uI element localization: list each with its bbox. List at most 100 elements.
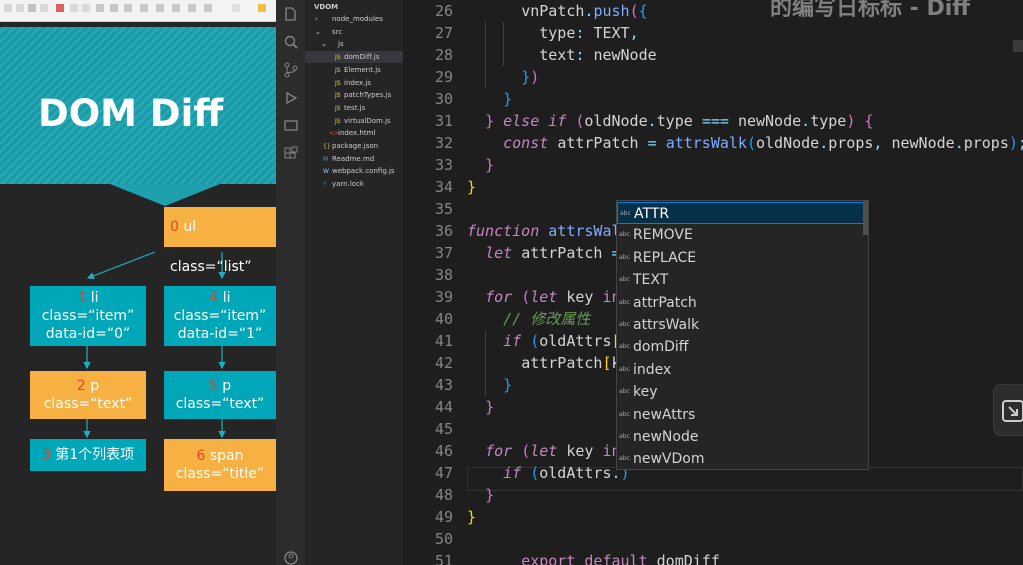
code-line-30: } xyxy=(503,90,513,108)
node-label: p xyxy=(217,378,232,394)
node-label: li xyxy=(86,290,99,306)
editor-scrollbar-thumb[interactable] xyxy=(1013,40,1023,52)
line-number: 43 xyxy=(434,376,453,394)
node-number: 3 xyxy=(41,447,51,463)
explorer-item[interactable]: Yyarn.lock xyxy=(305,178,403,190)
search-icon[interactable] xyxy=(282,34,299,51)
line-number: 34 xyxy=(434,178,453,196)
explorer-item[interactable]: {}package.json xyxy=(305,140,403,152)
line-number: 33 xyxy=(434,156,453,174)
suggest-item[interactable]: abc domDiff xyxy=(617,336,868,358)
suggest-item[interactable]: abc TEXT xyxy=(617,269,868,291)
floating-expand-button[interactable] xyxy=(993,384,1023,436)
extensions-icon[interactable] xyxy=(282,146,299,163)
suggest-item[interactable]: abc key xyxy=(617,381,868,403)
node-label: ul class=“list” xyxy=(170,219,252,275)
explorer-item[interactable]: JS patchTypes.js xyxy=(305,89,403,101)
suggest-item[interactable]: abc newVDom xyxy=(617,448,868,470)
slide-panel: DOM Diff 0 ul class=“list” 1 li class=“i… xyxy=(0,0,276,565)
debug-icon[interactable] xyxy=(282,90,299,107)
suggest-item[interactable]: abc index xyxy=(617,359,868,381)
explorer-item-label: package.json xyxy=(332,142,379,150)
suggest-item[interactable]: abc ATTR xyxy=(617,202,868,224)
code-line-47: if (oldAttrs.) xyxy=(503,464,630,482)
node-attr-class: class=“title” xyxy=(175,466,265,482)
text-word-icon: abc xyxy=(619,433,630,440)
suggest-item[interactable]: abc REMOVE xyxy=(617,224,868,246)
file-type-icon: JS xyxy=(335,104,341,112)
suggest-item[interactable]: abc newNode xyxy=(617,426,868,448)
explorer-item-label: Readme.md xyxy=(332,154,375,163)
explorer-item[interactable]: Wwebpack.config.js xyxy=(305,165,403,177)
node-number: 2 xyxy=(76,378,86,394)
node-number: 5 xyxy=(208,378,218,394)
explorer-item[interactable]: JS Element.js xyxy=(305,64,403,76)
suggest-item-label: attrPatch xyxy=(633,294,697,311)
suggest-item-label: newNode xyxy=(633,429,699,445)
suggest-item-label: attrsWalk xyxy=(633,317,700,333)
activity-bar xyxy=(276,0,305,565)
line-number: 28 xyxy=(434,46,453,64)
suggest-item-label: REMOVE xyxy=(633,227,693,244)
node-label: li xyxy=(218,290,231,306)
suggest-item-label: newAttrs xyxy=(633,406,696,423)
file-type-icon: {} xyxy=(323,143,331,150)
explorer-item[interactable]: JS index.js xyxy=(305,77,403,89)
node-number: 0 xyxy=(170,219,179,235)
source-control-icon[interactable] xyxy=(282,62,299,79)
line-number: 46 xyxy=(434,442,453,460)
node-span-6: 6 span class=“title” xyxy=(164,439,276,491)
files-icon[interactable] xyxy=(282,6,299,23)
code-line-42: attrPatch[k xyxy=(521,354,620,372)
remote-icon[interactable] xyxy=(282,118,299,135)
suggest-item[interactable]: abc attrsWalk xyxy=(617,314,868,336)
explorer-item[interactable]: JS virtualDom.js xyxy=(305,115,403,127)
explorer-item-label: patchTypes.js xyxy=(344,91,392,100)
suggest-scrollbar[interactable] xyxy=(863,201,868,235)
code-line-51: export default domDiff xyxy=(521,552,720,565)
explorer-item-label: node_modules xyxy=(332,15,383,23)
explorer-item[interactable]: JS domDiff.js xyxy=(305,51,403,64)
explorer-item[interactable]: JS test.js xyxy=(305,102,403,114)
file-type-icon: JS xyxy=(335,66,341,74)
node-attr-data-id: data-id=“1” xyxy=(177,326,263,342)
explorer-item-label: index.html xyxy=(338,129,376,138)
explorer-item-label: virtualDom.js xyxy=(344,116,391,125)
suggest-item[interactable]: abc attrPatch xyxy=(617,292,868,314)
text-word-icon: abc xyxy=(619,231,630,239)
autocomplete-suggest-widget[interactable]: abc ATTR abc REMOVE abc REPLACE abc TEXT abc attr… xyxy=(616,200,869,470)
node-attr-class: class=“item” xyxy=(173,308,267,324)
code-line-41: if (oldAttrs[ xyxy=(503,332,620,350)
file-type-icon: JS xyxy=(335,54,341,62)
explorer-item[interactable]: <>index.html xyxy=(305,127,403,139)
text-word-icon: abc xyxy=(619,321,630,328)
file-type-icon: JS xyxy=(335,92,341,100)
suggest-item-label: index xyxy=(633,361,672,378)
line-number: 51 xyxy=(434,552,453,565)
chevron-icon: ⌄ xyxy=(321,40,327,49)
explorer-item[interactable]: ⌄ js xyxy=(305,38,403,50)
code-line-48: } xyxy=(485,486,495,504)
text-word-icon: abc xyxy=(619,298,630,306)
file-type-icon: Y xyxy=(323,181,327,189)
text-word-icon: abc xyxy=(619,253,630,261)
line-number: 36 xyxy=(434,222,453,240)
line-number: 39 xyxy=(434,288,453,306)
line-number: 42 xyxy=(434,354,453,372)
line-number: 45 xyxy=(434,420,453,438)
explorer-item[interactable]: ⌄ src xyxy=(305,26,403,38)
code-line-40: // 修改属性 xyxy=(503,310,591,328)
explorer-item[interactable]: M Readme.md xyxy=(305,153,403,165)
file-type-icon: JS xyxy=(335,79,341,87)
code-line-44: } xyxy=(485,398,495,416)
code-line-33: } xyxy=(485,156,495,174)
explorer-item[interactable]: › node_modules xyxy=(305,13,403,25)
suggest-item-label: TEXT xyxy=(633,272,669,289)
account-icon[interactable] xyxy=(282,550,299,565)
suggest-item[interactable]: abc newAttrs xyxy=(617,404,868,426)
code-line-32: const attrPatch = attrsWalk(oldNode.prop… xyxy=(503,134,1023,152)
suggest-item[interactable]: abc REPLACE xyxy=(617,247,868,269)
code-line-39: for (let key in xyxy=(485,288,621,306)
node-li-1: 1 li class=“item” data-id=“0” xyxy=(30,286,146,346)
code-line-43: } xyxy=(503,376,513,394)
